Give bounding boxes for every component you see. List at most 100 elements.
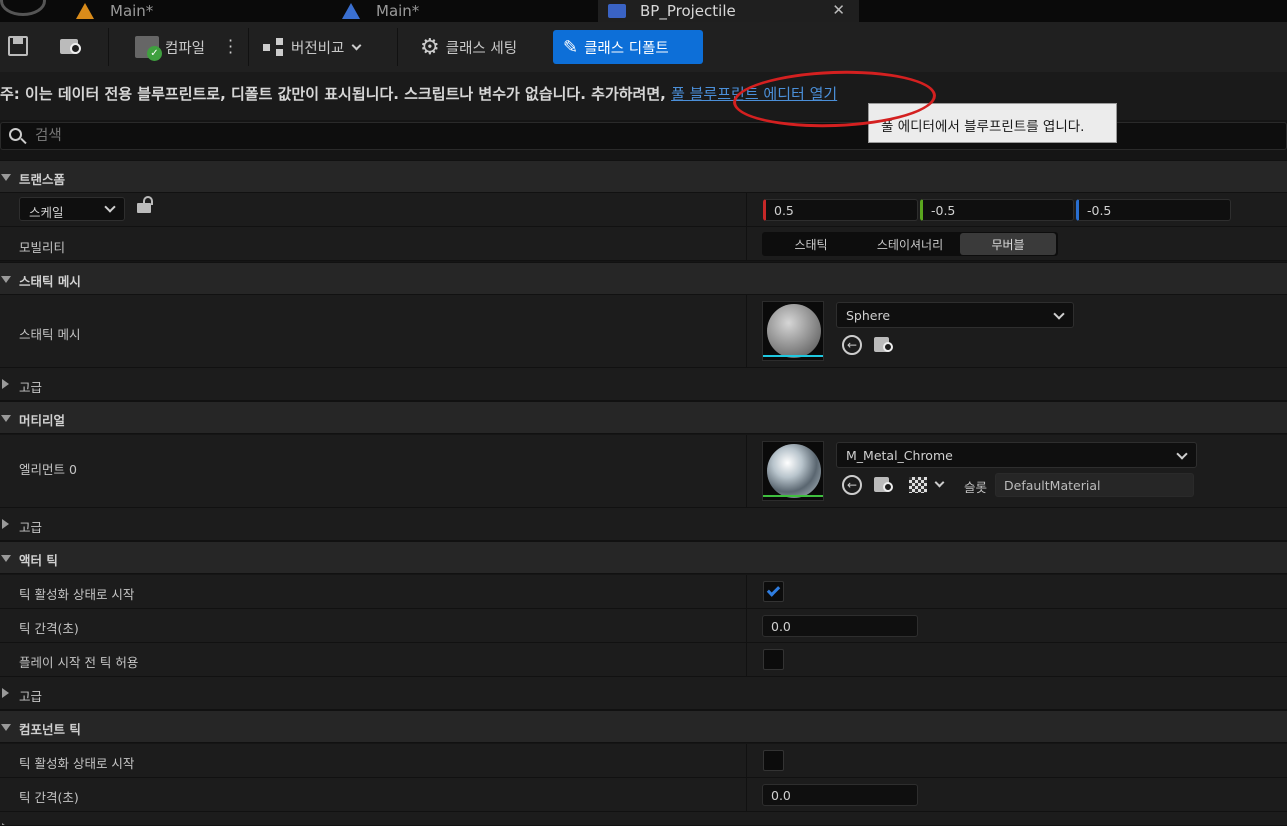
collapse-arrow-icon	[1, 724, 11, 731]
browse-asset-icon[interactable]	[874, 335, 896, 355]
search-icon-handle	[20, 137, 27, 145]
tab-label: BP_Projectile	[640, 2, 736, 20]
more-options-icon[interactable]: · · ·	[228, 33, 234, 61]
compile-label: 컴파일	[165, 40, 206, 57]
app-logo-icon[interactable]	[0, 0, 46, 16]
diff-label: 버전비교	[291, 40, 345, 57]
close-icon[interactable]: ✕	[832, 1, 845, 19]
notice-text: 주: 이는 데이터 전용 블루프린트로, 디폴트 값만이 표시됩니다. 스크립트…	[0, 85, 672, 103]
advanced-label: 고급	[19, 520, 43, 535]
open-full-editor-link[interactable]: 풀 블루프린트 에디터 열기	[671, 85, 837, 103]
row-scale: 스케일 0.5 -0.5 -0.5	[0, 193, 1287, 227]
save-icon[interactable]	[8, 36, 28, 56]
materials-advanced[interactable]: 고급	[0, 508, 1287, 541]
scale-x-field[interactable]: 0.5	[763, 199, 918, 221]
column-divider	[746, 435, 747, 507]
component-tick-interval-field[interactable]: 0.0	[762, 784, 918, 806]
use-selected-icon[interactable]: ←	[842, 335, 862, 355]
mobility-option-stationary[interactable]: 스테이셔너리	[860, 232, 960, 256]
column-divider	[746, 744, 747, 777]
static-mesh-dropdown[interactable]: Sphere	[836, 302, 1074, 328]
toolbar: ✓ 컴파일 · · · 버전비교 ⚙ 클래스 세팅 ✎ 클래스 디폴트	[0, 22, 1287, 72]
column-divider	[746, 227, 747, 260]
use-selected-icon[interactable]: ←	[842, 475, 862, 495]
slot-name-field[interactable]: DefaultMaterial	[995, 473, 1194, 497]
chevron-down-icon	[1053, 308, 1065, 320]
tab-main-1[interactable]: Main*	[74, 0, 324, 22]
component-tick-start-enabled-checkbox[interactable]	[763, 750, 784, 771]
tab-bar: Main* Main* BP_Projectile ✕	[0, 0, 1287, 22]
element-label: 엘리먼트 0	[19, 462, 77, 477]
row-actor-tick-start-enabled: 틱 활성화 상태로 시작	[0, 575, 1287, 609]
section-static-mesh[interactable]: 스태틱 메시	[0, 262, 1287, 295]
static-mesh-label: 스태틱 메시	[19, 327, 81, 342]
section-transform[interactable]: 트랜스폼	[0, 160, 1287, 193]
material-thumbnail[interactable]	[762, 441, 824, 501]
expand-arrow-icon	[2, 519, 9, 529]
section-title: 트랜스폼	[19, 172, 66, 187]
compile-button[interactable]: ✓ 컴파일	[135, 30, 205, 64]
mobility-option-static[interactable]: 스태틱	[762, 232, 860, 256]
section-materials[interactable]: 머티리얼	[0, 401, 1287, 434]
start-enabled-label: 틱 활성화 상태로 시작	[19, 587, 135, 602]
column-divider	[746, 295, 747, 367]
browse-icon[interactable]	[60, 36, 86, 56]
start-enabled-label: 틱 활성화 상태로 시작	[19, 756, 135, 771]
blueprint-icon	[608, 4, 626, 18]
gear-icon: ⚙	[420, 34, 440, 60]
scale-mode-dropdown[interactable]: 스케일	[19, 197, 125, 221]
tab-main-2[interactable]: Main*	[340, 0, 590, 22]
expand-arrow-icon	[2, 379, 9, 389]
collapse-arrow-icon	[1, 276, 11, 283]
section-title: 머티리얼	[19, 413, 66, 428]
actor-tick-advanced[interactable]: 고급	[0, 677, 1287, 710]
row-mobility: 모빌리티 스태틱 스테이셔너리 무버블	[0, 227, 1287, 261]
class-defaults-button[interactable]: ✎ 클래스 디폴트	[553, 30, 703, 64]
row-component-tick-interval: 틱 간격(초) 0.0	[0, 778, 1287, 812]
compile-success-icon: ✓	[135, 36, 162, 61]
actor-tick-interval-field[interactable]: 0.0	[762, 615, 918, 637]
mobility-option-movable[interactable]: 무버블	[960, 233, 1056, 255]
slot-label: 슬롯	[964, 480, 988, 495]
edit-defaults-icon: ✎	[563, 36, 579, 58]
class-settings-button[interactable]: ⚙ 클래스 세팅	[420, 30, 517, 64]
unlock-icon[interactable]	[137, 196, 153, 213]
material-dropdown[interactable]: M_Metal_Chrome	[836, 442, 1197, 468]
mobility-label: 모빌리티	[19, 240, 66, 255]
tab-label: Main*	[110, 2, 154, 20]
scale-y-field[interactable]: -0.5	[920, 199, 1074, 221]
tooltip: 풀 에디터에서 블루프린트를 엽니다.	[868, 103, 1117, 143]
section-actor-tick[interactable]: 액터 틱	[0, 541, 1287, 574]
collapse-arrow-icon	[1, 555, 11, 562]
collapse-arrow-icon	[1, 415, 11, 422]
checkmark-icon	[766, 583, 781, 597]
divider	[248, 28, 249, 66]
search-input[interactable]	[35, 126, 835, 146]
tick-before-begin-checkbox[interactable]	[763, 649, 784, 670]
material-options-icon[interactable]	[909, 477, 927, 493]
advanced-label: 고급	[19, 380, 43, 395]
tick-interval-label: 틱 간격(초)	[19, 621, 79, 636]
chevron-down-icon[interactable]	[934, 477, 945, 488]
static-mesh-value: Sphere	[846, 308, 891, 323]
row-material-element: 엘리먼트 0 M_Metal_Chrome ← 슬롯 DefaultMateri…	[0, 435, 1287, 508]
mesh-thumbnail[interactable]	[762, 301, 824, 361]
static-mesh-advanced[interactable]: 고급	[0, 368, 1287, 401]
section-component-tick[interactable]: 컴포넌트 틱	[0, 710, 1287, 743]
row-static-mesh: 스태틱 메시 Sphere ←	[0, 295, 1287, 368]
diff-button[interactable]: 버전비교	[263, 30, 362, 64]
column-divider	[746, 575, 747, 608]
divider	[397, 28, 398, 66]
column-divider	[746, 643, 747, 676]
browse-asset-icon[interactable]	[874, 475, 896, 495]
advanced-label: 고급	[19, 689, 43, 704]
tick-interval-label: 틱 간격(초)	[19, 790, 79, 805]
component-tick-advanced[interactable]: 고급	[0, 812, 1287, 826]
tick-before-begin-label: 플레이 시작 전 틱 허용	[19, 655, 139, 670]
class-settings-label: 클래스 세팅	[445, 40, 518, 57]
scale-z-field[interactable]: -0.5	[1076, 199, 1231, 221]
scale-mode-label: 스케일	[29, 205, 64, 220]
mobility-segmented-control: 스태틱 스테이셔너리 무버블	[762, 232, 1058, 256]
tab-bp-projectile[interactable]: BP_Projectile ✕	[598, 0, 859, 22]
actor-tick-start-enabled-checkbox[interactable]	[763, 581, 784, 602]
